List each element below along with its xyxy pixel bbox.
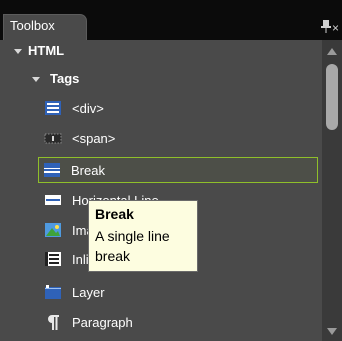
close-icon[interactable]: × [332, 22, 339, 34]
group-tags[interactable]: Tags [0, 68, 318, 90]
tool-item-div[interactable]: <div> [36, 96, 318, 122]
tooltip-body: A single line break [95, 228, 170, 264]
scroll-down-icon[interactable] [327, 328, 337, 335]
chevron-down-icon [14, 49, 22, 54]
div-icon [45, 101, 61, 115]
tool-item-span[interactable]: <span> [36, 126, 318, 152]
tooltip: Break A single line break [88, 200, 198, 272]
inline-frame-icon [45, 252, 61, 266]
tool-item-label: Paragraph [72, 315, 133, 330]
section-html[interactable]: HTML [0, 40, 318, 62]
tool-item-layer[interactable]: Layer [36, 280, 318, 306]
tool-item-label: <div> [72, 101, 104, 116]
layer-icon [45, 285, 61, 299]
tool-item-paragraph[interactable]: Paragraph [36, 310, 318, 336]
tool-item-label: Break [71, 163, 105, 178]
group-tags-label: Tags [50, 71, 80, 86]
horizontal-line-icon [45, 195, 61, 205]
image-icon [45, 223, 61, 237]
tab-toolbox-label: Toolbox [10, 18, 55, 33]
paragraph-icon [48, 315, 59, 330]
tool-item-label: Layer [72, 285, 105, 300]
vertical-scrollbar[interactable] [322, 40, 342, 341]
tool-item-label: <span> [72, 131, 116, 146]
section-html-label: HTML [28, 43, 65, 58]
tab-bar: Toolbox × [0, 0, 342, 40]
toolbox-panel: Toolbox × HTML Tags <div> <span> Break L… [0, 0, 342, 341]
tooltip-title: Break [95, 206, 134, 222]
chevron-down-icon [32, 77, 40, 82]
scrollbar-thumb[interactable] [326, 64, 338, 130]
scroll-up-icon[interactable] [327, 48, 337, 55]
span-icon [44, 133, 62, 144]
pin-icon[interactable] [320, 19, 332, 33]
break-icon [44, 163, 60, 177]
tool-item-break[interactable]: Break [38, 157, 318, 183]
